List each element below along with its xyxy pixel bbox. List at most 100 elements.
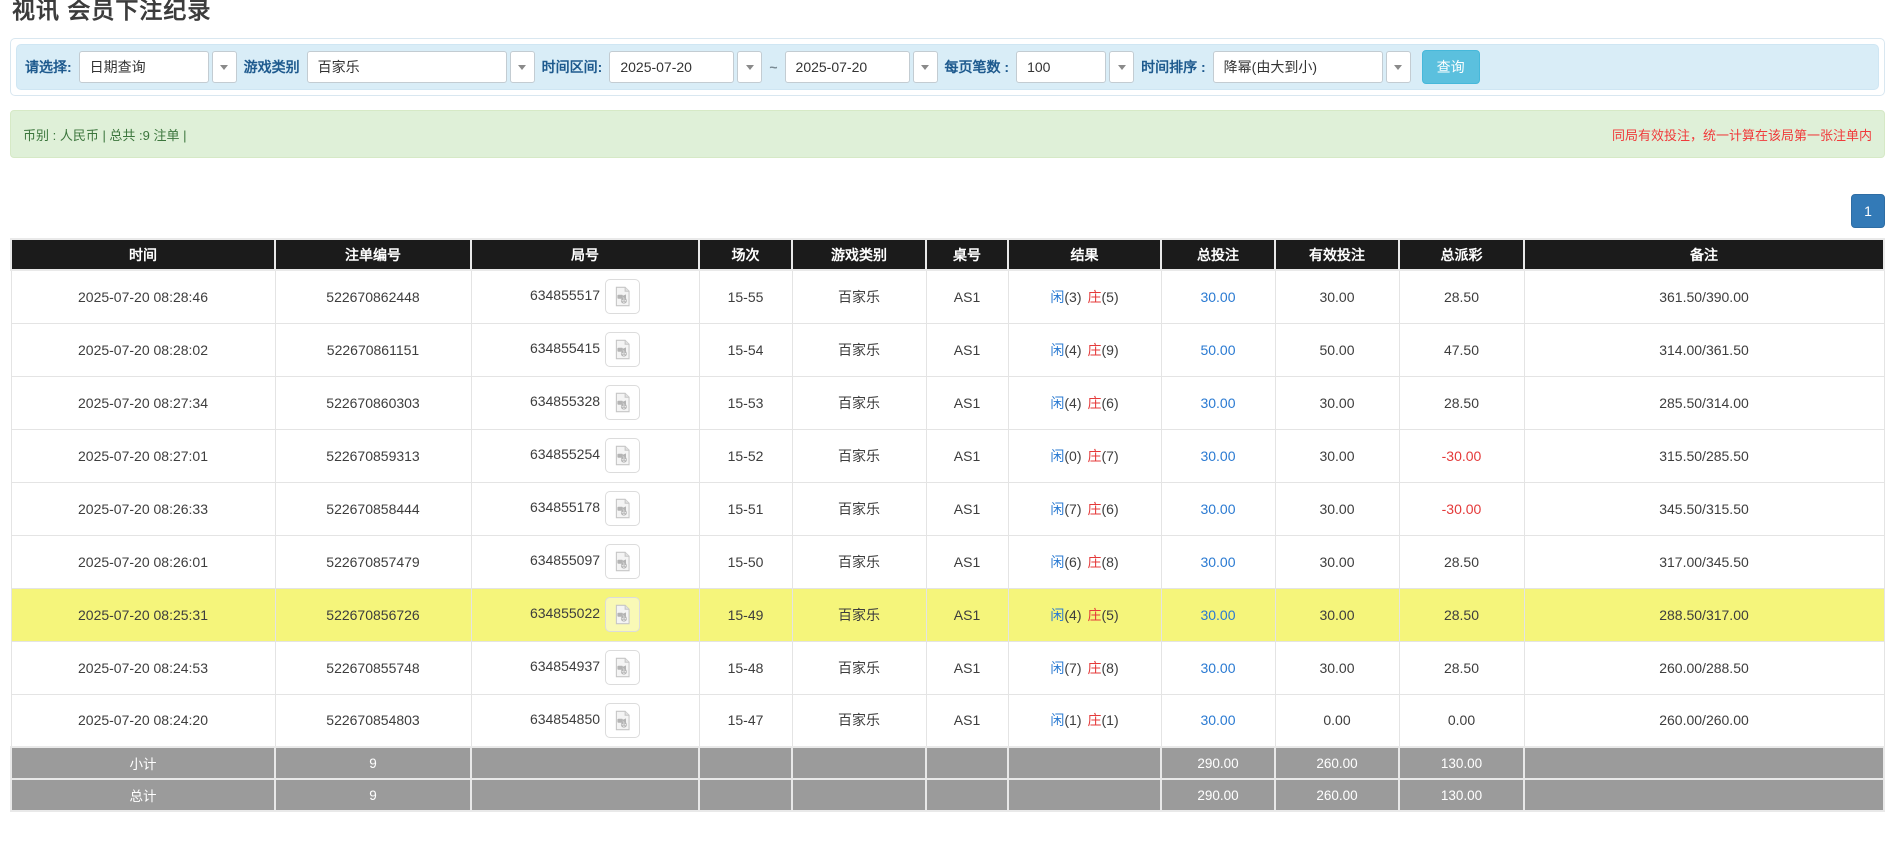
cell-bet-id: 522670860303 — [275, 376, 471, 429]
cell-time: 2025-07-20 08:26:01 — [11, 535, 275, 588]
cell-table: AS1 — [926, 323, 1008, 376]
result-banker-label: 庄 — [1088, 501, 1102, 517]
cell-time: 2025-07-20 08:28:46 — [11, 270, 275, 323]
total-bet-link[interactable]: 30.00 — [1200, 501, 1235, 517]
video-replay-button[interactable] — [605, 491, 640, 526]
result-banker-label: 庄 — [1088, 395, 1102, 411]
result-banker-value: (7) — [1102, 448, 1119, 464]
date-from-value[interactable]: 2025-07-20 — [609, 51, 734, 83]
cell-result: 闲(4)庄(6) — [1008, 376, 1161, 429]
cell-game-type: 百家乐 — [792, 323, 926, 376]
video-replay-button[interactable] — [605, 385, 640, 420]
cell-valid-bet: 30.00 — [1275, 270, 1399, 323]
video-replay-button[interactable] — [605, 703, 640, 738]
date-to-value[interactable]: 2025-07-20 — [785, 51, 910, 83]
col-header-note: 备注 — [1524, 239, 1884, 270]
round-id-value: 634855022 — [530, 605, 600, 621]
time-sort-select[interactable]: 降幂(由大到小) — [1213, 51, 1411, 83]
video-replay-button[interactable] — [605, 332, 640, 367]
result-banker-label: 庄 — [1088, 660, 1102, 676]
table-header-row: 时间 注单编号 局号 场次 游戏类别 桌号 结果 总投注 有效投注 总派彩 备注 — [11, 239, 1884, 270]
cell-result: 闲(1)庄(1) — [1008, 694, 1161, 747]
cell-session: 15-49 — [699, 588, 792, 641]
date-from-picker[interactable]: 2025-07-20 — [609, 51, 762, 83]
per-page-value[interactable]: 100 — [1016, 51, 1106, 83]
cell-bet-id: 522670857479 — [275, 535, 471, 588]
result-player-label: 闲 — [1050, 342, 1064, 358]
table-row: 2025-07-20 08:24:20 522670854803 6348548… — [11, 694, 1884, 747]
total-bet-link[interactable]: 30.00 — [1200, 395, 1235, 411]
cell-result: 闲(3)庄(5) — [1008, 270, 1161, 323]
cell-round-id: 634855254 — [471, 429, 699, 482]
cell-time: 2025-07-20 08:27:34 — [11, 376, 275, 429]
col-header-table: 桌号 — [926, 239, 1008, 270]
per-page-select[interactable]: 100 — [1016, 51, 1134, 83]
cell-note: 285.50/314.00 — [1524, 376, 1884, 429]
total-bet-link[interactable]: 30.00 — [1200, 607, 1235, 623]
search-button[interactable]: 查询 — [1422, 50, 1480, 84]
total-bet-link[interactable]: 30.00 — [1200, 448, 1235, 464]
cell-note: 345.50/315.50 — [1524, 482, 1884, 535]
cell-session: 15-50 — [699, 535, 792, 588]
video-icon — [612, 604, 633, 625]
time-sort-value[interactable]: 降幂(由大到小) — [1213, 51, 1383, 83]
cell-session: 15-48 — [699, 641, 792, 694]
round-id-value: 634855517 — [530, 287, 600, 303]
video-replay-button[interactable] — [605, 650, 640, 685]
video-replay-button[interactable] — [605, 597, 640, 632]
round-id-value: 634855178 — [530, 499, 600, 515]
cell-time: 2025-07-20 08:27:01 — [11, 429, 275, 482]
query-type-select[interactable]: 日期查询 — [79, 51, 237, 83]
result-player-value: (1) — [1064, 712, 1081, 728]
subtotal-payout: 130.00 — [1399, 747, 1524, 779]
chevron-down-icon[interactable] — [1386, 51, 1411, 83]
cell-game-type: 百家乐 — [792, 694, 926, 747]
result-banker-value: (5) — [1102, 607, 1119, 623]
video-replay-button[interactable] — [605, 279, 640, 314]
chevron-down-icon[interactable] — [913, 51, 938, 83]
video-replay-button[interactable] — [605, 544, 640, 579]
video-icon — [612, 339, 633, 360]
cell-total-bet: 30.00 — [1161, 588, 1275, 641]
cell-valid-bet: 30.00 — [1275, 482, 1399, 535]
cell-payout: 28.50 — [1399, 535, 1524, 588]
cell-bet-id: 522670854803 — [275, 694, 471, 747]
chevron-down-icon[interactable] — [212, 51, 237, 83]
query-type-value[interactable]: 日期查询 — [79, 51, 209, 83]
total-bet-link[interactable]: 30.00 — [1200, 289, 1235, 305]
video-replay-button[interactable] — [605, 438, 640, 473]
time-sort-label: 时间排序 : — [1141, 57, 1206, 77]
pagination-page-button[interactable]: 1 — [1851, 194, 1885, 228]
date-to-picker[interactable]: 2025-07-20 — [785, 51, 938, 83]
total-bet-link[interactable]: 50.00 — [1200, 342, 1235, 358]
notice-text: 同局有效投注，统一计算在该局第一张注单内 — [1612, 125, 1872, 144]
result-player-label: 闲 — [1050, 712, 1064, 728]
round-id-value: 634854850 — [530, 711, 600, 727]
result-banker-value: (6) — [1102, 501, 1119, 517]
bet-records-table: 时间 注单编号 局号 场次 游戏类别 桌号 结果 总投注 有效投注 总派彩 备注… — [10, 238, 1885, 812]
result-banker-value: (6) — [1102, 395, 1119, 411]
page-title: 视讯 会员下注纪录 — [12, 0, 1885, 25]
col-header-valid-bet: 有效投注 — [1275, 239, 1399, 270]
game-type-value[interactable]: 百家乐 — [307, 51, 507, 83]
cell-bet-id: 522670858444 — [275, 482, 471, 535]
cell-bet-id: 522670862448 — [275, 270, 471, 323]
result-banker-value: (9) — [1102, 342, 1119, 358]
cell-result: 闲(7)庄(6) — [1008, 482, 1161, 535]
total-bet-link[interactable]: 30.00 — [1200, 660, 1235, 676]
game-type-select[interactable]: 百家乐 — [307, 51, 535, 83]
total-bet-link[interactable]: 30.00 — [1200, 712, 1235, 728]
cell-time: 2025-07-20 08:25:31 — [11, 588, 275, 641]
cell-valid-bet: 30.00 — [1275, 641, 1399, 694]
table-row: 2025-07-20 08:28:46 522670862448 6348555… — [11, 270, 1884, 323]
total-bet-link[interactable]: 30.00 — [1200, 554, 1235, 570]
chevron-down-icon[interactable] — [510, 51, 535, 83]
cell-note: 260.00/260.00 — [1524, 694, 1884, 747]
video-icon — [612, 286, 633, 307]
result-banker-label: 庄 — [1088, 448, 1102, 464]
chevron-down-icon[interactable] — [737, 51, 762, 83]
cell-time: 2025-07-20 08:26:33 — [11, 482, 275, 535]
time-range-label: 时间区间: — [542, 57, 603, 77]
chevron-down-icon[interactable] — [1109, 51, 1134, 83]
cell-valid-bet: 50.00 — [1275, 323, 1399, 376]
